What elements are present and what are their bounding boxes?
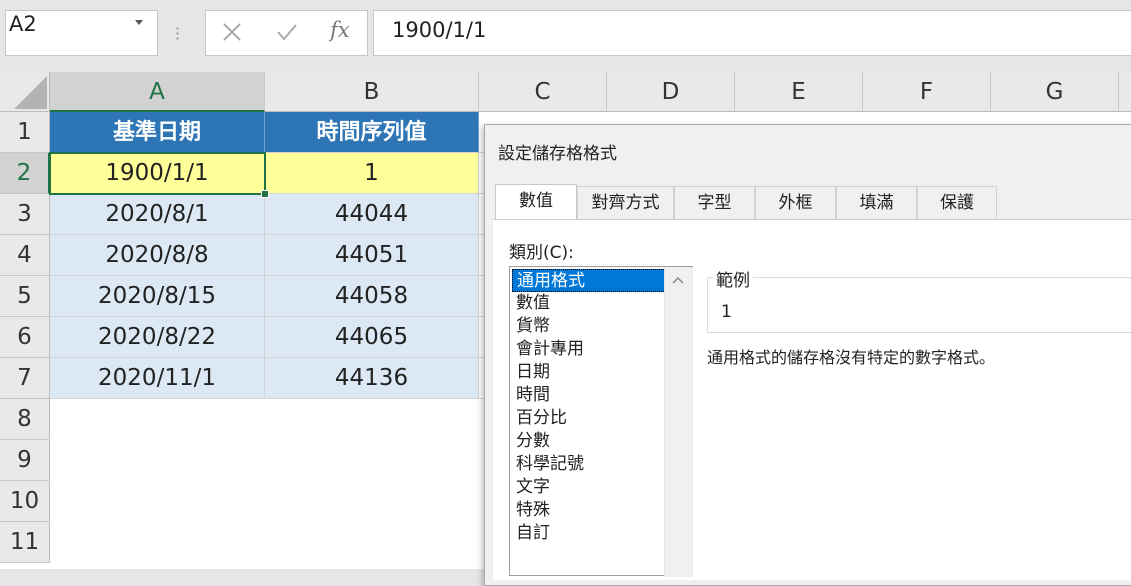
formula-value: 1900/1/1 <box>392 18 487 42</box>
row-header-7[interactable]: 7 <box>0 358 50 399</box>
list-item[interactable]: 科學記號 <box>512 453 666 476</box>
cell-A4[interactable]: 2020/8/8 <box>50 235 265 276</box>
enter-check-icon[interactable] <box>275 21 299 43</box>
select-all-triangle-icon <box>14 76 47 109</box>
tab-strip-line <box>493 219 1131 220</box>
tab-alignment[interactable]: 對齊方式 <box>577 186 674 219</box>
row-header-3[interactable]: 3 <box>0 194 50 235</box>
list-item[interactable]: 會計專用 <box>512 338 666 361</box>
cell-B5[interactable]: 44058 <box>265 276 479 317</box>
list-item[interactable]: 數值 <box>512 292 666 315</box>
row-header-6[interactable]: 6 <box>0 317 50 358</box>
column-header-C[interactable]: C <box>479 72 607 112</box>
row-header-5[interactable]: 5 <box>0 276 50 317</box>
cell-A7[interactable]: 2020/11/1 <box>50 358 265 399</box>
list-item[interactable]: 日期 <box>512 361 666 384</box>
tab-number[interactable]: 數值 <box>495 184 577 219</box>
tab-border[interactable]: 外框 <box>755 186 836 219</box>
cell-B7[interactable]: 44136 <box>265 358 479 399</box>
tab-protection[interactable]: 保護 <box>917 186 997 219</box>
cell-B1[interactable]: 時間序列值 <box>265 112 479 153</box>
formula-bar-grip-icon[interactable] <box>176 26 179 40</box>
cell-A3[interactable]: 2020/8/1 <box>50 194 265 235</box>
list-item[interactable]: 分數 <box>512 430 666 453</box>
list-item[interactable]: 貨幣 <box>512 315 666 338</box>
column-header-E[interactable]: E <box>735 72 863 112</box>
list-item[interactable]: 時間 <box>512 384 666 407</box>
name-box-value: A2 <box>9 12 37 36</box>
cancel-icon[interactable] <box>221 21 243 43</box>
row-header-4[interactable]: 4 <box>0 235 50 276</box>
row-header-1[interactable]: 1 <box>0 112 50 153</box>
cell-B4[interactable]: 44051 <box>265 235 479 276</box>
list-item[interactable]: 通用格式 <box>512 269 666 292</box>
cell-A1[interactable]: 基準日期 <box>50 112 265 153</box>
dialog-title: 設定儲存格格式 <box>498 144 617 164</box>
cell-A6[interactable]: 2020/8/22 <box>50 317 265 358</box>
list-item[interactable]: 百分比 <box>512 407 666 430</box>
column-header-H[interactable] <box>1119 72 1131 112</box>
list-item[interactable]: 文字 <box>512 476 666 499</box>
category-scrollbar[interactable] <box>664 267 693 577</box>
scroll-up-chevron-icon[interactable] <box>672 276 684 284</box>
list-item[interactable]: 自訂 <box>512 522 666 545</box>
insert-function-icon[interactable]: fx <box>330 18 350 42</box>
column-header-B[interactable]: B <box>265 72 479 112</box>
format-description: 通用格式的儲存格沒有特定的數字格式。 <box>707 348 996 367</box>
list-item[interactable]: 特殊 <box>512 499 666 522</box>
row-header-8[interactable]: 8 <box>0 399 50 440</box>
sample-value: 1 <box>721 302 732 322</box>
cell-B3[interactable]: 44044 <box>265 194 479 235</box>
column-header-D[interactable]: D <box>607 72 735 112</box>
row-header-2[interactable]: 2 <box>0 153 50 194</box>
row-header-10[interactable]: 10 <box>0 481 50 522</box>
column-header-G[interactable]: G <box>991 72 1119 112</box>
cell-B2[interactable]: 1 <box>265 153 479 194</box>
name-box-dropdown-icon[interactable] <box>135 20 143 25</box>
sample-label: 範例 <box>713 266 753 291</box>
column-header-A[interactable]: A <box>50 72 265 112</box>
fill-handle[interactable] <box>261 190 269 198</box>
cell-A5[interactable]: 2020/8/15 <box>50 276 265 317</box>
active-cell-border <box>49 152 266 195</box>
tab-font[interactable]: 字型 <box>674 186 755 219</box>
cell-B6[interactable]: 44065 <box>265 317 479 358</box>
row-header-9[interactable]: 9 <box>0 440 50 481</box>
category-label: 類別(C): <box>509 243 574 263</box>
formula-input[interactable] <box>373 10 1131 56</box>
row-header-11[interactable]: 11 <box>0 522 50 563</box>
sample-group <box>707 277 1131 333</box>
column-header-F[interactable]: F <box>863 72 991 112</box>
tab-fill[interactable]: 填滿 <box>836 186 917 219</box>
